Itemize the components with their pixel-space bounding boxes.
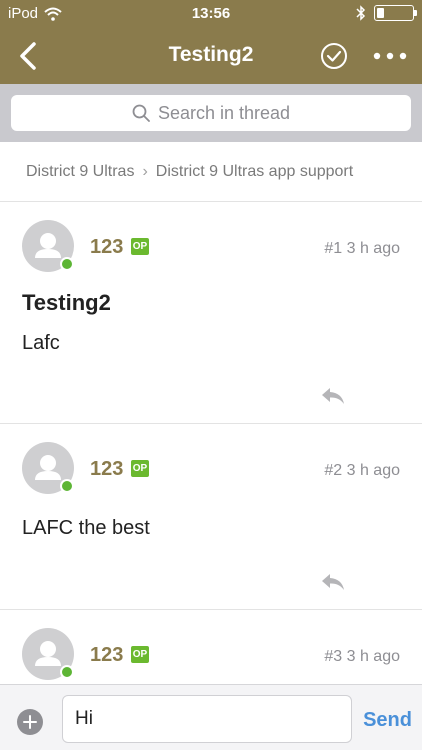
username[interactable]: 123 — [90, 644, 123, 667]
op-badge: OP — [131, 646, 149, 663]
post-2: 123 OP #2 3 h ago LAFC the best — [0, 424, 422, 610]
post-1: 123 OP #1 3 h ago Testing2 Lafc — [0, 202, 422, 424]
search-placeholder: Search in thread — [157, 102, 291, 123]
post-number: #3 — [324, 648, 343, 665]
search-icon — [132, 104, 150, 122]
online-indicator — [60, 479, 74, 493]
post-time: 3 h ago — [346, 462, 400, 479]
message-input[interactable] — [62, 695, 352, 743]
battery-fill — [377, 8, 384, 18]
op-badge: OP — [131, 238, 149, 255]
battery-icon — [374, 5, 417, 21]
post-number: #2 — [324, 462, 343, 479]
back-chevron-icon[interactable] — [14, 40, 44, 72]
online-indicator — [60, 257, 74, 271]
post-time: 3 h ago — [346, 648, 400, 665]
post-meta: #2 3 h ago — [324, 462, 400, 480]
post-time: 3 h ago — [346, 240, 400, 257]
username[interactable]: 123 — [90, 236, 123, 259]
status-bar: iPod 13:56 — [0, 0, 422, 28]
breadcrumb-item-forum[interactable]: District 9 Ultras — [26, 163, 134, 181]
avatar[interactable] — [22, 442, 74, 494]
send-button[interactable]: Send — [363, 709, 412, 732]
post-body: LAFC the best — [22, 517, 150, 539]
avatar[interactable] — [22, 220, 74, 272]
post-number: #1 — [324, 240, 343, 257]
more-icon[interactable] — [370, 42, 410, 70]
plus-circle-icon[interactable] — [17, 709, 43, 735]
chevron-right-icon: › — [142, 162, 148, 180]
post-3: 123 OP #3 3 h ago — [0, 610, 422, 684]
avatar[interactable] — [22, 628, 74, 680]
post-meta: #3 3 h ago — [324, 648, 400, 666]
search-input[interactable]: Search in thread — [11, 95, 411, 131]
nav-bar: Testing2 — [0, 28, 422, 84]
username[interactable]: 123 — [90, 458, 123, 481]
op-badge: OP — [131, 460, 149, 477]
post-title: Testing2 — [22, 290, 111, 315]
breadcrumb-item-subforum[interactable]: District 9 Ultras app support — [156, 163, 353, 181]
page-title: Testing2 — [168, 43, 254, 66]
post-meta: #1 3 h ago — [324, 240, 400, 258]
online-indicator — [60, 665, 74, 679]
reply-icon[interactable] — [320, 572, 346, 592]
bluetooth-icon — [356, 5, 366, 21]
breadcrumb: District 9 Ultras › District 9 Ultras ap… — [0, 142, 422, 202]
post-body: Lafc — [22, 332, 60, 354]
reply-icon[interactable] — [320, 386, 346, 406]
reply-composer: Send — [0, 684, 422, 750]
check-circle-icon[interactable] — [320, 42, 348, 70]
search-bar: Search in thread — [0, 84, 422, 142]
